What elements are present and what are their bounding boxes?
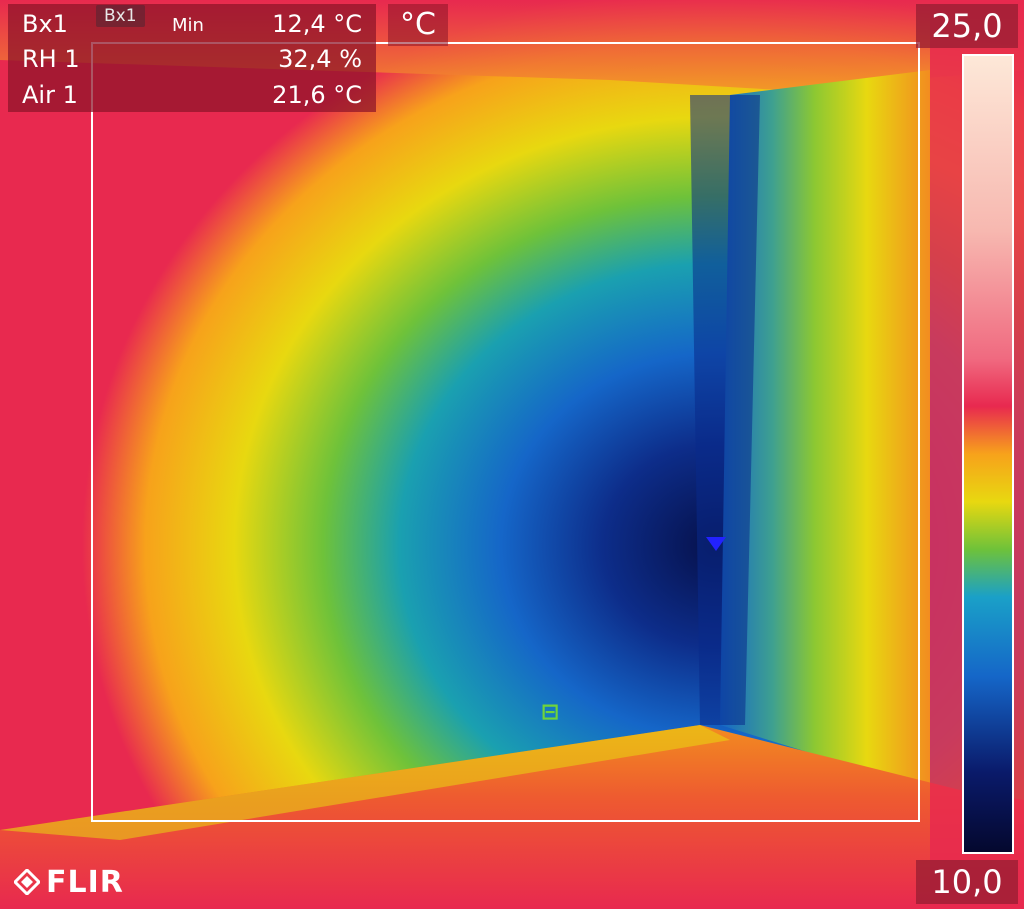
overlay-row-rh1: RH 1 32,4 % <box>22 44 362 74</box>
overlay-row-bx1: Bx1 Min 12,4 °C <box>22 9 362 39</box>
row-value: 12,4 °C <box>272 10 362 38</box>
overlay-row-air1: Air 1 21,6 °C <box>22 80 362 110</box>
row-sub-label: Min <box>172 15 204 36</box>
scale-min-value[interactable]: 10,0 <box>916 860 1018 904</box>
temperature-scale-bar <box>962 54 1014 854</box>
row-label: RH 1 <box>22 45 80 73</box>
flir-logo: FLIR <box>12 865 124 900</box>
row-value: 21,6 °C <box>272 81 362 109</box>
row-value: 32,4 % <box>278 45 362 73</box>
scale-gradient <box>964 56 1012 852</box>
flir-mark-icon <box>12 867 42 897</box>
measurement-overlay: Bx1 Min 12,4 °C RH 1 32,4 % Air 1 21,6 °… <box>8 4 376 112</box>
min-temperature-marker-icon <box>706 537 726 551</box>
box-tag: Bx1 <box>96 5 145 27</box>
logo-text: FLIR <box>46 865 124 900</box>
center-spot-icon: ⊟ <box>540 700 560 725</box>
scale-max-value[interactable]: 25,0 <box>916 4 1018 48</box>
row-label: Air 1 <box>22 81 78 109</box>
measurement-box[interactable] <box>91 42 920 822</box>
row-label: Bx1 <box>22 10 68 38</box>
temperature-unit[interactable]: °C <box>388 4 448 46</box>
